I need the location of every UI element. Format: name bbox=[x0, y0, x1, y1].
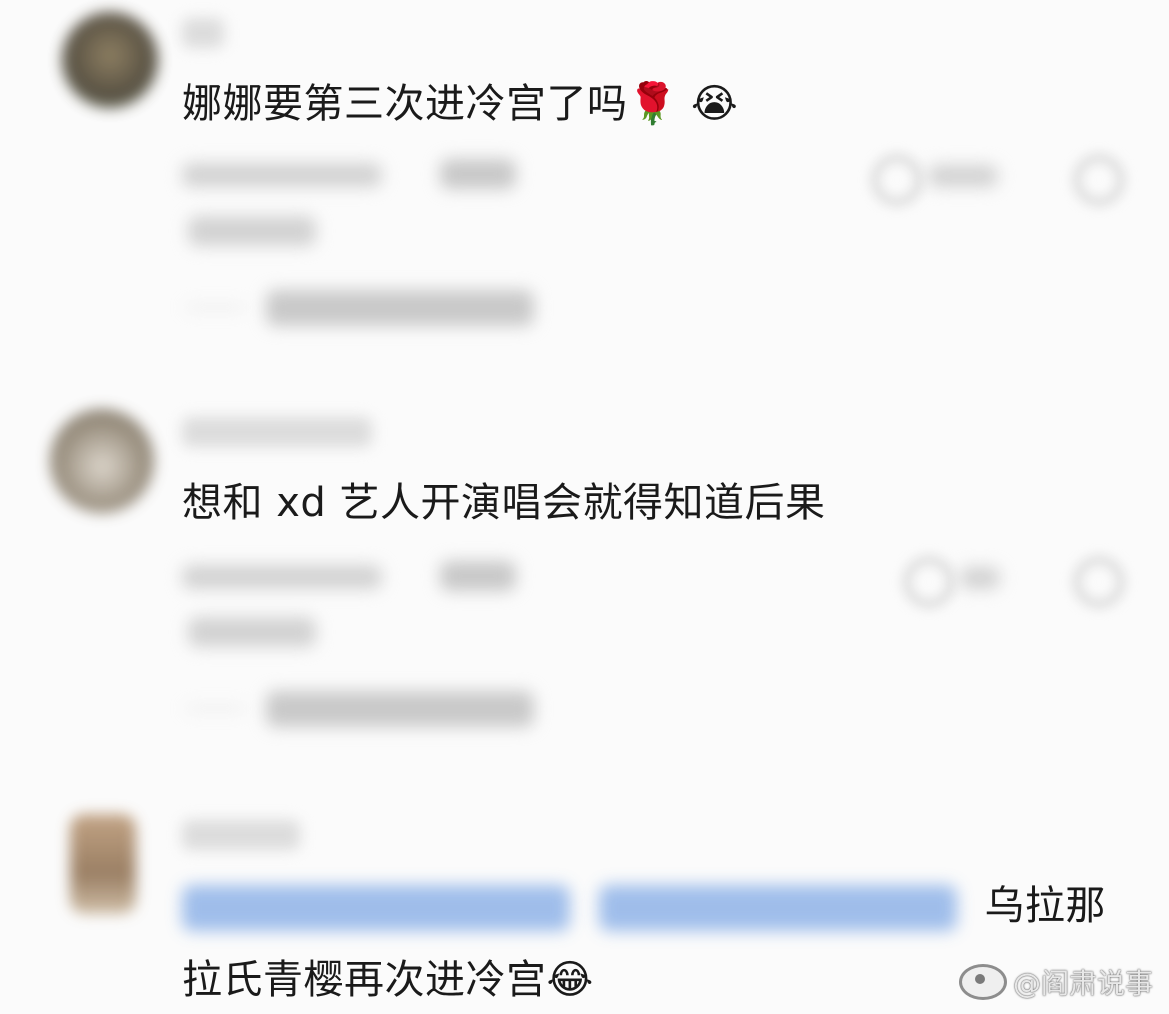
watermark-text: @阎肃说事 bbox=[1012, 967, 1153, 1000]
comment-item: 娜娜要第三次进冷宫了吗🌹 😭 bbox=[0, 0, 1169, 360]
reply-button[interactable] bbox=[440, 561, 516, 591]
avatar[interactable] bbox=[70, 814, 136, 914]
mention-link[interactable] bbox=[182, 885, 570, 931]
comment-meta-row bbox=[182, 557, 1142, 607]
comment-item: 想和 xd 艺人开演唱会就得知道后果 bbox=[0, 395, 1169, 775]
watermark: @阎肃说事 bbox=[958, 962, 1153, 1002]
timestamp-redacted bbox=[182, 565, 382, 589]
avatar[interactable] bbox=[50, 409, 154, 513]
crying-face-emoji-icon: 😭 bbox=[691, 81, 739, 127]
rose-emoji-icon: 🌹 bbox=[627, 81, 678, 127]
comment-meta-row bbox=[182, 155, 1142, 205]
reply-button[interactable] bbox=[440, 159, 516, 189]
dislike-icon[interactable] bbox=[1074, 155, 1124, 205]
comment-text-line2: 拉氏青樱再次进冷宫😂 bbox=[182, 952, 594, 1008]
timestamp-redacted bbox=[182, 163, 382, 187]
comment-content: 娜娜要第三次进冷宫了吗 bbox=[182, 81, 628, 127]
expand-replies-button[interactable] bbox=[266, 691, 534, 727]
avatar[interactable] bbox=[62, 12, 158, 108]
comment-text: 娜娜要第三次进冷宫了吗🌹 😭 bbox=[182, 76, 738, 132]
comment-content: 拉氏青樱再次进冷宫 bbox=[182, 957, 547, 1003]
like-count-redacted bbox=[960, 567, 1000, 589]
dislike-icon[interactable] bbox=[1074, 557, 1124, 607]
divider-line bbox=[186, 306, 246, 309]
expand-replies-button[interactable] bbox=[266, 290, 534, 326]
like-icon[interactable] bbox=[904, 557, 954, 607]
username-redacted[interactable] bbox=[182, 18, 224, 48]
like-count-redacted bbox=[928, 165, 998, 187]
tears-of-joy-emoji-icon: 😂 bbox=[546, 957, 594, 1003]
comment-text: 想和 xd 艺人开演唱会就得知道后果 bbox=[182, 475, 826, 531]
comment-content: 乌拉那 bbox=[984, 883, 1106, 929]
mention-link[interactable] bbox=[599, 885, 958, 931]
username-redacted[interactable] bbox=[182, 820, 300, 850]
comment-text: 乌拉那 bbox=[182, 878, 1106, 934]
like-icon[interactable] bbox=[872, 155, 922, 205]
author-liked-tag bbox=[188, 617, 316, 647]
weibo-logo-icon bbox=[958, 964, 1007, 1000]
comment-content: 想和 xd 艺人开演唱会就得知道后果 bbox=[182, 480, 826, 526]
divider-line bbox=[186, 707, 246, 710]
username-redacted[interactable] bbox=[182, 417, 372, 447]
author-liked-tag bbox=[188, 216, 316, 246]
